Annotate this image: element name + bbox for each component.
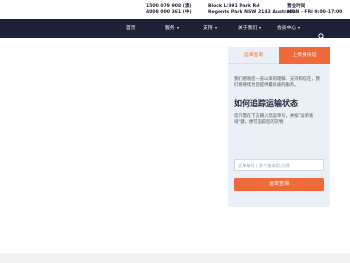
- tracking-panel: 运单查询 上传身份证 我们感谢您一直以来的理解、支持和信任，我们将继续为您提供最…: [228, 47, 330, 207]
- chevron-down-icon: [214, 26, 217, 29]
- nav-item-label: 服务: [165, 26, 175, 31]
- address-line-2: Regents Park NSW 2143 Australia: [208, 10, 296, 15]
- main-nav: 首页 服务 支持 关于我们 会员中心: [0, 19, 350, 40]
- phone-cn: 4008 000 361 (中): [146, 10, 192, 15]
- footer-band: [0, 253, 350, 263]
- nav-item-member-center[interactable]: 会员中心: [277, 19, 301, 38]
- top-contact-bar: 1500 079 908 (澳) 4008 000 361 (中) Block …: [0, 0, 350, 19]
- nav-item-services[interactable]: 服务: [165, 19, 179, 38]
- chevron-down-icon: [298, 26, 301, 29]
- nav-item-label: 会员中心: [277, 26, 297, 31]
- nav-item-home[interactable]: 首页: [126, 19, 136, 38]
- chevron-down-icon: [259, 26, 262, 29]
- tracking-description: 您只需在下方输入您运单号，并按"运单查询"键，便可追踪您的货物: [234, 114, 314, 125]
- intro-text: 我们感谢您一直以来的理解、支持和信任，我们将继续为您提供最优质的服务。: [234, 77, 320, 88]
- nav-item-support[interactable]: 支持: [203, 19, 217, 38]
- waybill-input[interactable]: [234, 159, 324, 171]
- nav-item-label: 支持: [203, 26, 213, 31]
- search-icon: [318, 33, 325, 40]
- nav-item-label: 首页: [126, 26, 136, 31]
- chevron-down-icon: [176, 26, 179, 29]
- tracking-heading: 如何追踪运输状态: [234, 99, 298, 108]
- nav-item-label: 关于我们: [238, 26, 258, 31]
- search-button[interactable]: [318, 25, 325, 40]
- tab-waybill-query[interactable]: 运单查询: [228, 47, 279, 64]
- tab-upload-id[interactable]: 上传身份证: [279, 47, 330, 64]
- business-hours: MON - FRI 9:00-17:00: [287, 10, 343, 15]
- nav-item-about[interactable]: 关于我们: [238, 19, 262, 38]
- waybill-query-button[interactable]: 运单查询: [234, 178, 324, 191]
